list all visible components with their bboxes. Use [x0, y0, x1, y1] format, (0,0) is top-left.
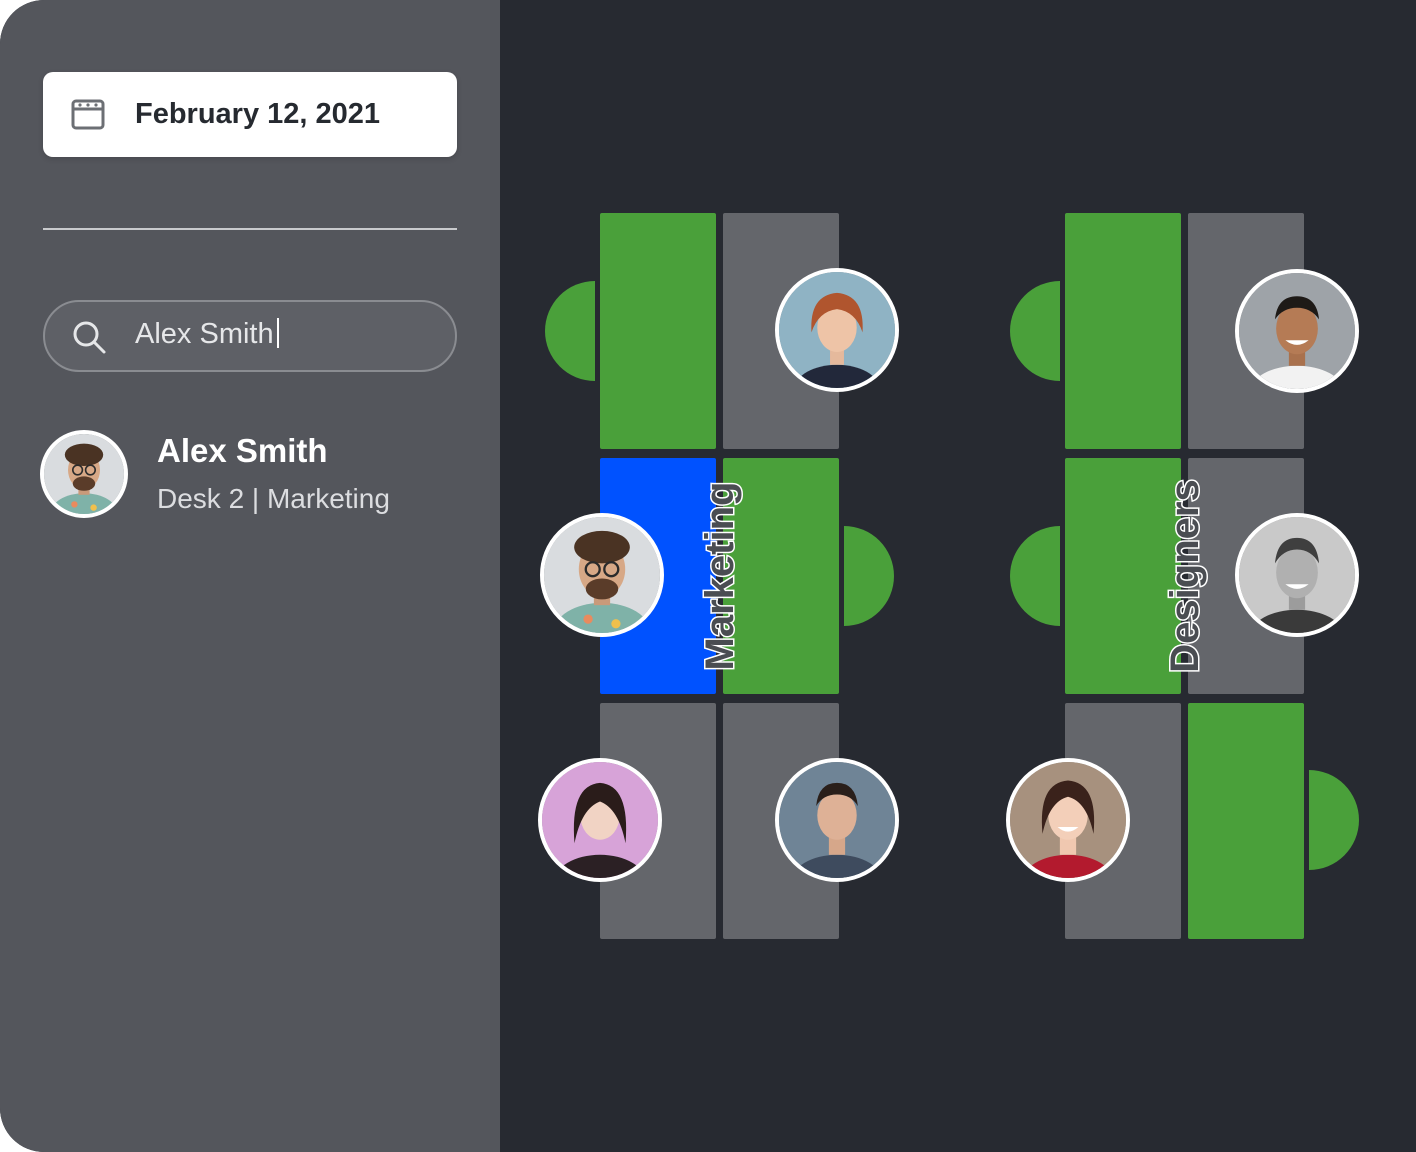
person-avatar[interactable] [775, 758, 899, 882]
search-field[interactable]: Alex Smith [43, 300, 457, 372]
result-desk-info: Desk 2 | Marketing [157, 483, 390, 514]
sidebar: February 12, 2021 Alex Smith Alex Smith … [0, 0, 500, 1152]
search-result-item[interactable]: Alex Smith Desk 2 | Marketing [40, 428, 460, 524]
team-label-designers: Designers [1162, 478, 1209, 674]
alex-smith-desk-avatar[interactable] [540, 513, 664, 637]
person-avatar[interactable] [775, 268, 899, 392]
chair-icon[interactable] [844, 526, 894, 626]
search-input-value: Alex Smith [135, 318, 274, 350]
chair-icon[interactable] [545, 281, 595, 381]
desk-designers-1[interactable] [1065, 213, 1181, 449]
chair-icon[interactable] [1010, 526, 1060, 626]
chair-icon[interactable] [1010, 281, 1060, 381]
alex-smith-avatar [40, 430, 128, 518]
date-label: February 12, 2021 [135, 98, 381, 130]
search-icon [71, 319, 107, 355]
team-label-marketing: Marketing [697, 480, 744, 672]
chair-icon[interactable] [1309, 770, 1359, 870]
person-avatar[interactable] [538, 758, 662, 882]
calendar-icon [71, 97, 105, 131]
date-picker[interactable]: February 12, 2021 [43, 72, 457, 157]
result-name: Alex Smith [157, 432, 328, 469]
desk-designers-6[interactable] [1188, 703, 1304, 939]
divider [43, 228, 457, 230]
person-avatar[interactable] [1235, 513, 1359, 637]
desk-booking-app: February 12, 2021 Alex Smith Alex Smith … [0, 0, 1416, 1152]
search-input[interactable]: Alex Smith [135, 318, 279, 351]
person-avatar[interactable] [1235, 269, 1359, 393]
desk-marketing-1[interactable] [600, 213, 716, 449]
text-caret [276, 318, 279, 348]
person-avatar[interactable] [1006, 758, 1130, 882]
